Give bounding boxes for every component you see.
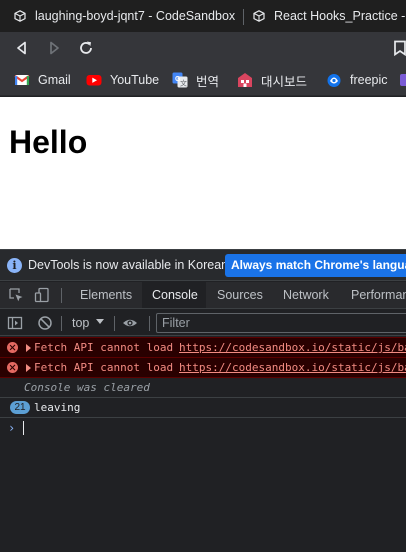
youtube-icon	[86, 72, 102, 88]
bookmark-icon[interactable]	[391, 39, 406, 57]
bookmark-youtube[interactable]: YouTube	[86, 64, 159, 96]
bookmark-label: 번역	[196, 74, 220, 89]
browser-toolbar	[0, 32, 406, 64]
tab-strip: laughing-boyd-jqnt7 - CodeSandbox React …	[0, 0, 406, 32]
codesandbox-icon	[14, 10, 26, 22]
bookmark-translate[interactable]: G文 번역	[172, 64, 219, 96]
devtools-infobar: i DevTools is now available in Korean! A…	[0, 250, 406, 281]
error-message: Fetch API cannot load	[34, 361, 174, 374]
log-message: leaving	[34, 401, 81, 414]
console-error-row[interactable]: Fetch API cannot load https://codesandbo…	[0, 357, 406, 378]
repeat-count-badge: 21	[10, 401, 30, 414]
toolbar-divider	[114, 316, 115, 331]
infobar-message: DevTools is now available in Korean!	[28, 258, 232, 272]
console-log-row: 21 leaving	[0, 398, 406, 418]
console-cleared-message: Console was cleared	[24, 381, 150, 394]
dashboard-icon	[237, 72, 253, 88]
bookmark-gmail[interactable]: Gmail	[14, 64, 71, 96]
error-message: Fetch API cannot load	[34, 341, 174, 354]
bookmark-dashboard[interactable]: 대시보드	[237, 64, 307, 96]
page-heading: Hello	[9, 124, 88, 160]
bookmark-overflow[interactable]	[400, 64, 406, 96]
google-translate-icon: G文	[172, 72, 188, 88]
bookmark-overflow-icon	[400, 72, 406, 88]
forward-arrow-icon[interactable]	[45, 39, 63, 57]
console-error-row[interactable]: Fetch API cannot load https://codesandbo…	[0, 337, 406, 358]
console-toolbar: top Filter	[0, 310, 406, 336]
info-icon: i	[7, 258, 22, 273]
tab-console[interactable]: Console	[142, 282, 206, 308]
expand-triangle-icon[interactable]	[26, 364, 31, 372]
toolbar-divider	[61, 288, 62, 303]
error-source-link[interactable]: https://codesandbox.io/static/js/ba	[179, 341, 406, 354]
tab-title: laughing-boyd-jqnt7 - CodeSandbox	[35, 9, 236, 23]
bookmarks-bar: Gmail YouTube G文 번역 대시보드 freepic	[0, 64, 406, 96]
tab-sources[interactable]: Sources	[217, 282, 263, 308]
freepik-icon	[326, 72, 342, 88]
error-icon	[7, 342, 18, 353]
back-arrow-icon[interactable]	[13, 39, 31, 57]
match-language-button[interactable]: Always match Chrome's language	[225, 254, 406, 277]
context-selector[interactable]: top	[72, 310, 89, 336]
devtools-panel: i DevTools is now available in Korean! A…	[0, 249, 406, 552]
gmail-icon	[14, 72, 30, 88]
codesandbox-icon	[253, 10, 265, 22]
devtools-tabbar: Elements Console Sources Network Perform…	[0, 282, 406, 309]
browser-window: laughing-boyd-jqnt7 - CodeSandbox React …	[0, 0, 406, 552]
live-expression-eye-icon[interactable]	[122, 315, 138, 331]
bookmark-label: 대시보드	[261, 74, 308, 89]
tab-elements[interactable]: Elements	[80, 282, 132, 308]
tab-performance[interactable]: Performan	[351, 282, 406, 308]
browser-tab-codesandbox[interactable]: laughing-boyd-jqnt7 - CodeSandbox	[14, 0, 242, 32]
bookmark-freepik[interactable]: freepic	[326, 64, 388, 96]
tab-separator	[243, 9, 244, 25]
toolbar-divider	[149, 316, 150, 331]
expand-triangle-icon[interactable]	[26, 344, 31, 352]
sidebar-toggle-icon[interactable]	[7, 315, 23, 331]
reload-icon[interactable]	[77, 39, 95, 57]
svg-text:文: 文	[180, 79, 187, 88]
page-viewport: Hello	[0, 97, 406, 249]
bookmark-label: Gmail	[38, 73, 71, 87]
console-info-row: Console was cleared	[0, 378, 406, 398]
tab-title: React Hooks_Practice - C	[274, 9, 406, 23]
prompt-chevron-icon: ›	[8, 421, 16, 435]
inspect-element-icon[interactable]	[8, 287, 24, 303]
error-icon	[7, 362, 18, 373]
console-prompt[interactable]: ›	[0, 418, 406, 438]
error-source-link[interactable]: https://codesandbox.io/static/js/ba	[179, 361, 406, 374]
filter-input[interactable]: Filter	[156, 313, 406, 333]
device-toolbar-icon[interactable]	[34, 287, 50, 303]
chevron-down-icon[interactable]	[96, 319, 104, 324]
text-caret	[23, 421, 24, 435]
tab-network[interactable]: Network	[283, 282, 329, 308]
clear-console-icon[interactable]	[37, 315, 53, 331]
toolbar-divider	[61, 316, 62, 331]
bookmark-label: freepic	[350, 73, 388, 87]
bookmark-label: YouTube	[110, 73, 160, 87]
browser-tab-react-hooks[interactable]: React Hooks_Practice - C	[253, 0, 406, 32]
